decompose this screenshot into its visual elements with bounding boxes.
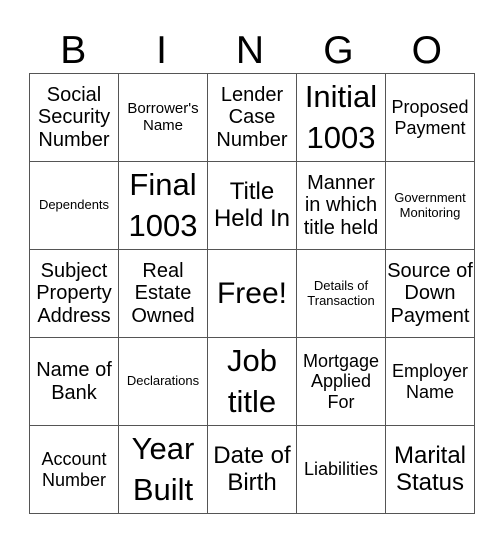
bingo-cell[interactable]: Government Monitoring xyxy=(385,161,475,250)
bingo-cell[interactable]: Borrower's Name xyxy=(118,73,208,162)
bingo-cell[interactable]: Proposed Payment xyxy=(385,73,475,162)
bingo-cell[interactable]: Marital Status xyxy=(385,425,475,514)
board-row: Social Security Number Borrower's Name L… xyxy=(29,73,475,162)
bingo-cell[interactable]: Real Estate Owned xyxy=(118,249,208,338)
free-space-cell[interactable]: Free! xyxy=(207,249,297,338)
bingo-cell[interactable]: Subject Property Address xyxy=(29,249,119,338)
bingo-cell[interactable]: Date of Birth xyxy=(207,425,297,514)
bingo-cell[interactable]: Initial 1003 xyxy=(296,73,386,162)
board-row: Dependents Final 1003 Title Held In Mann… xyxy=(29,161,475,250)
bingo-cell[interactable]: Title Held In xyxy=(207,161,297,250)
bingo-cell[interactable]: Social Security Number xyxy=(29,73,119,162)
bingo-cell[interactable]: Dependents xyxy=(29,161,119,250)
bingo-cell[interactable]: Liabilities xyxy=(296,425,386,514)
bingo-cell[interactable]: Final 1003 xyxy=(118,161,208,250)
bingo-cell[interactable]: Declarations xyxy=(118,337,208,426)
bingo-cell[interactable]: Job title xyxy=(207,337,297,426)
bingo-cell[interactable]: Year Built xyxy=(118,425,208,514)
bingo-cell[interactable]: Lender Case Number xyxy=(207,73,297,162)
header-letter-i: I xyxy=(156,29,168,72)
bingo-cell[interactable]: Employer Name xyxy=(385,337,475,426)
board-row: Name of Bank Declarations Job title Mort… xyxy=(29,337,475,426)
board-row: Subject Property Address Real Estate Own… xyxy=(29,249,475,338)
board-row: Account Number Year Built Date of Birth … xyxy=(29,425,475,514)
bingo-header: B I N G O xyxy=(29,28,471,74)
bingo-cell[interactable]: Details of Transaction xyxy=(296,249,386,338)
bingo-cell[interactable]: Source of Down Payment xyxy=(385,249,475,338)
bingo-cell[interactable]: Mortgage Applied For xyxy=(296,337,386,426)
header-letter-g: G xyxy=(323,29,354,72)
header-letter-o: O xyxy=(411,29,442,72)
bingo-cell[interactable]: Name of Bank xyxy=(29,337,119,426)
bingo-cell[interactable]: Account Number xyxy=(29,425,119,514)
bingo-cell[interactable]: Manner in which title held xyxy=(296,161,386,250)
header-letter-n: N xyxy=(235,29,265,72)
bingo-board: Social Security Number Borrower's Name L… xyxy=(29,73,475,514)
header-letter-b: B xyxy=(60,29,87,72)
